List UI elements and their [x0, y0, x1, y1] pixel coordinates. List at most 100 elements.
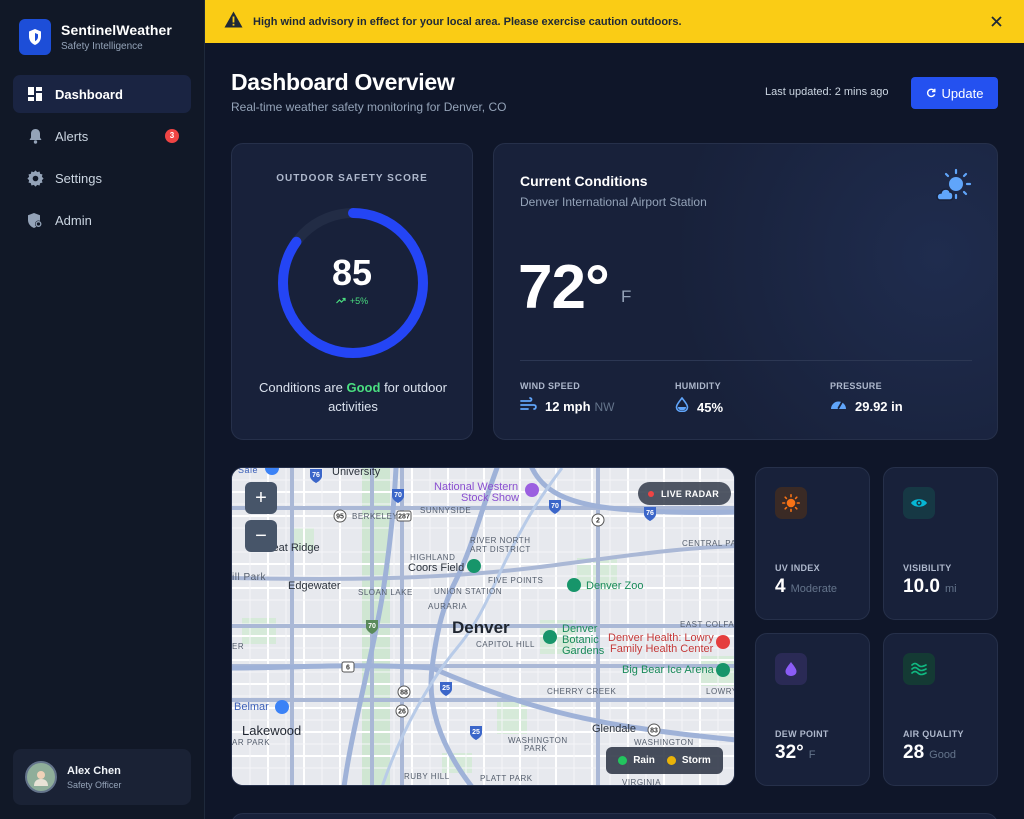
brand[interactable]: SentinelWeather Safety Intelligence: [19, 19, 172, 55]
wind-waves-icon: [903, 653, 935, 685]
sidebar-item-label: Alerts: [55, 128, 89, 144]
map-label-lowry: LOWRY: [706, 687, 735, 696]
legend-item-rain: Rain: [618, 755, 655, 766]
air-quality-card: AIR QUALITY 28 Good: [883, 633, 998, 786]
uv-index-card: UV INDEX 4 Moderate: [755, 467, 870, 620]
safety-score-title: OUTDOOR SAFETY SCORE: [276, 173, 428, 184]
safety-description: Conditions are Good for outdoor activiti…: [252, 378, 454, 416]
bottom-panel: [231, 813, 998, 819]
safety-desc-prefix: Conditions are: [259, 380, 343, 395]
svg-text:25: 25: [472, 729, 480, 736]
sidebar-item-dashboard[interactable]: Dashboard: [13, 75, 191, 113]
eye-icon: [903, 487, 935, 519]
map-label-er: ER: [232, 642, 245, 651]
pressure-label: PRESSURE: [830, 381, 882, 391]
dashboard-icon: [26, 85, 44, 103]
temperature-value: 72°: [518, 253, 610, 322]
zoom-in-button[interactable]: +: [245, 482, 277, 514]
conditions-title: Current Conditions: [520, 173, 648, 189]
live-radar-label: LIVE RADAR: [661, 488, 720, 499]
safety-score-card: OUTDOOR SAFETY SCORE 85 +5% Conditions a…: [231, 143, 473, 440]
air-quality-value: 28: [903, 742, 925, 763]
trend-up-icon: [335, 296, 346, 306]
map-label-highland: HIGHLAND: [410, 553, 456, 562]
map-label-east-colfax: EAST COLFAX: [680, 620, 735, 629]
map-label-denver-botanic-3: Gardens: [562, 645, 605, 657]
pressure-metric: PRESSURE 29.92 in: [830, 381, 903, 416]
sidebar-item-label: Dashboard: [55, 86, 123, 102]
svg-text:76: 76: [312, 472, 320, 479]
air-quality-status: Good: [929, 749, 957, 761]
zoom-out-button[interactable]: −: [245, 520, 277, 552]
sidebar-item-label: Admin: [55, 212, 92, 228]
humidity-metric: HUMIDITY 45%: [675, 381, 723, 417]
svg-text:26: 26: [398, 709, 406, 716]
update-button[interactable]: Update: [911, 77, 998, 109]
map-label-hill-park: ill Park: [232, 572, 267, 583]
sidebar-item-settings[interactable]: Settings: [13, 159, 191, 197]
map-label-washington-park-2: PARK: [524, 744, 548, 753]
legend-label: Storm: [681, 755, 711, 766]
trend-value: +5%: [349, 296, 369, 306]
station-name: Denver International Airport Station: [520, 195, 707, 209]
map-label-river-north: RIVER NORTH: [470, 536, 531, 545]
live-radar-badge: LIVE RADAR: [638, 482, 732, 505]
dew-point-card: DEW POINT 32° F: [755, 633, 870, 786]
radar-map[interactable]: 76 70 70 76 70 25 25 287 6 95 2 88 26 83…: [231, 467, 735, 786]
alerts-count-badge: 3: [165, 129, 179, 143]
close-icon[interactable]: [988, 13, 1004, 29]
gauge-icon: [830, 397, 847, 416]
map-label-stock-show: Stock Show: [461, 492, 520, 504]
svg-text:287: 287: [398, 514, 410, 521]
radar-legend: Rain Storm: [606, 747, 723, 774]
wind-advisory-banner: High wind advisory in effect for your lo…: [205, 0, 1024, 43]
wind-speed-value: 12 mph: [545, 399, 591, 414]
visibility-value: 10.0: [903, 576, 940, 597]
sidebar: SentinelWeather Safety Intelligence Dash…: [0, 0, 205, 819]
svg-text:83: 83: [650, 728, 658, 735]
map-label-denver-health-2: Family Health Center: [610, 643, 714, 655]
wind-speed-label: WIND SPEED: [520, 381, 581, 391]
map-label-denver: Denver: [452, 618, 510, 637]
dew-point-unit: F: [808, 749, 816, 761]
map-label-sale: Sale: [238, 467, 259, 475]
map-label-glendale: Glendale: [592, 723, 637, 735]
map-label-union-station: UNION STATION: [434, 587, 502, 596]
sun-icon: [775, 487, 807, 519]
visibility-label: VISIBILITY: [903, 563, 952, 573]
map-label-big-bear: Big Bear Ice Arena: [622, 664, 714, 676]
humidity-value: 45%: [697, 399, 724, 415]
map-label-platt-park: PLATT PARK: [480, 774, 533, 783]
map-label-ruby-hill: RUBY HILL: [404, 772, 450, 781]
svg-text:76: 76: [646, 510, 654, 517]
sidebar-nav: Dashboard Alerts 3 Settings Admin: [13, 75, 191, 243]
pressure-value: 29.92 in: [855, 399, 903, 414]
user-name: Alex Chen: [67, 764, 121, 777]
user-profile-card[interactable]: Alex Chen Safety Officer: [13, 749, 191, 805]
dew-point-label: DEW POINT: [775, 729, 829, 739]
sidebar-item-admin[interactable]: Admin: [13, 201, 191, 239]
map-label-belmar: Belmar: [234, 701, 269, 713]
legend-label: Rain: [633, 755, 655, 766]
svg-text:70: 70: [394, 492, 402, 499]
safety-status: Good: [346, 380, 381, 395]
map-label-art-district: ART DISTRICT: [470, 545, 531, 554]
map-label-university: University: [332, 467, 381, 478]
sidebar-item-alerts[interactable]: Alerts 3: [13, 117, 191, 155]
svg-text:95: 95: [336, 514, 344, 521]
map-label-auraria: AURARIA: [428, 602, 468, 611]
divider: [520, 360, 972, 361]
safety-score-value: 85: [331, 252, 373, 293]
svg-text:70: 70: [551, 503, 559, 510]
brand-tagline: Safety Intelligence: [61, 41, 143, 52]
map-label-washington-va: WASHINGTON: [634, 738, 694, 747]
brand-name: SentinelWeather: [61, 22, 172, 38]
map-label-sloan-lake: SLOAN LAKE: [358, 588, 413, 597]
uv-index-value: 4: [775, 576, 786, 597]
legend-item-storm: Storm: [666, 755, 711, 766]
storm-dot: [666, 756, 676, 765]
warning-icon: [224, 11, 243, 33]
current-conditions-card: Current Conditions Denver International …: [493, 143, 998, 440]
admin-shield-icon: [26, 211, 44, 229]
dew-point-value: 32°: [775, 742, 804, 763]
